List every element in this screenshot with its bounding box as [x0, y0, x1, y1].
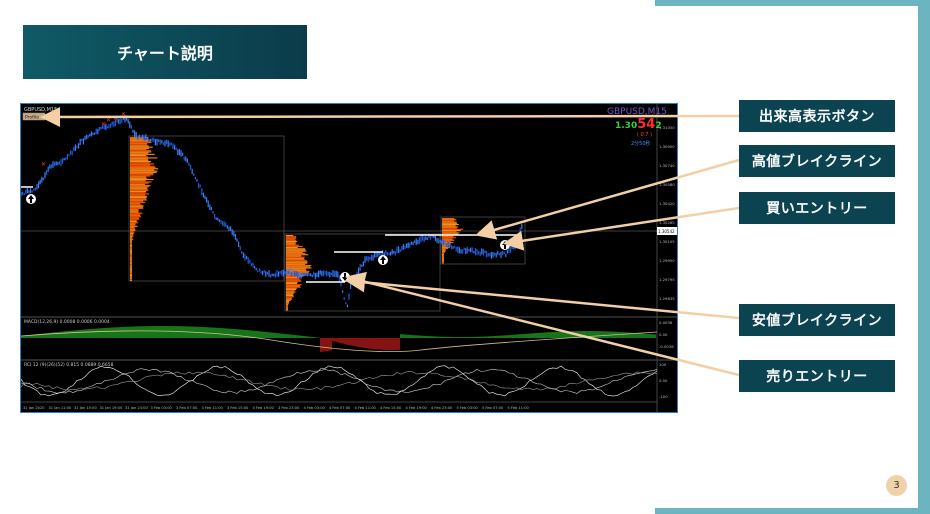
- callout-arrows: [40, 106, 740, 377]
- callout-low-break: 安値ブレイクライン: [739, 304, 895, 336]
- arrow-volume-button: [40, 106, 740, 127]
- arrow-buy-entry: [503, 206, 740, 251]
- arrow-high-break: [475, 158, 740, 240]
- callout-buy-entry: 買いエントリー: [739, 192, 895, 224]
- callout-high-break: 高値ブレイクライン: [739, 145, 895, 177]
- arrow-sell-entry: [345, 271, 740, 377]
- page-number: 3: [886, 475, 907, 496]
- arrow-low-break: [345, 272, 740, 320]
- callout-volume-button: 出来高表示ボタン: [739, 100, 895, 132]
- callout-sell-entry: 売りエントリー: [739, 360, 895, 392]
